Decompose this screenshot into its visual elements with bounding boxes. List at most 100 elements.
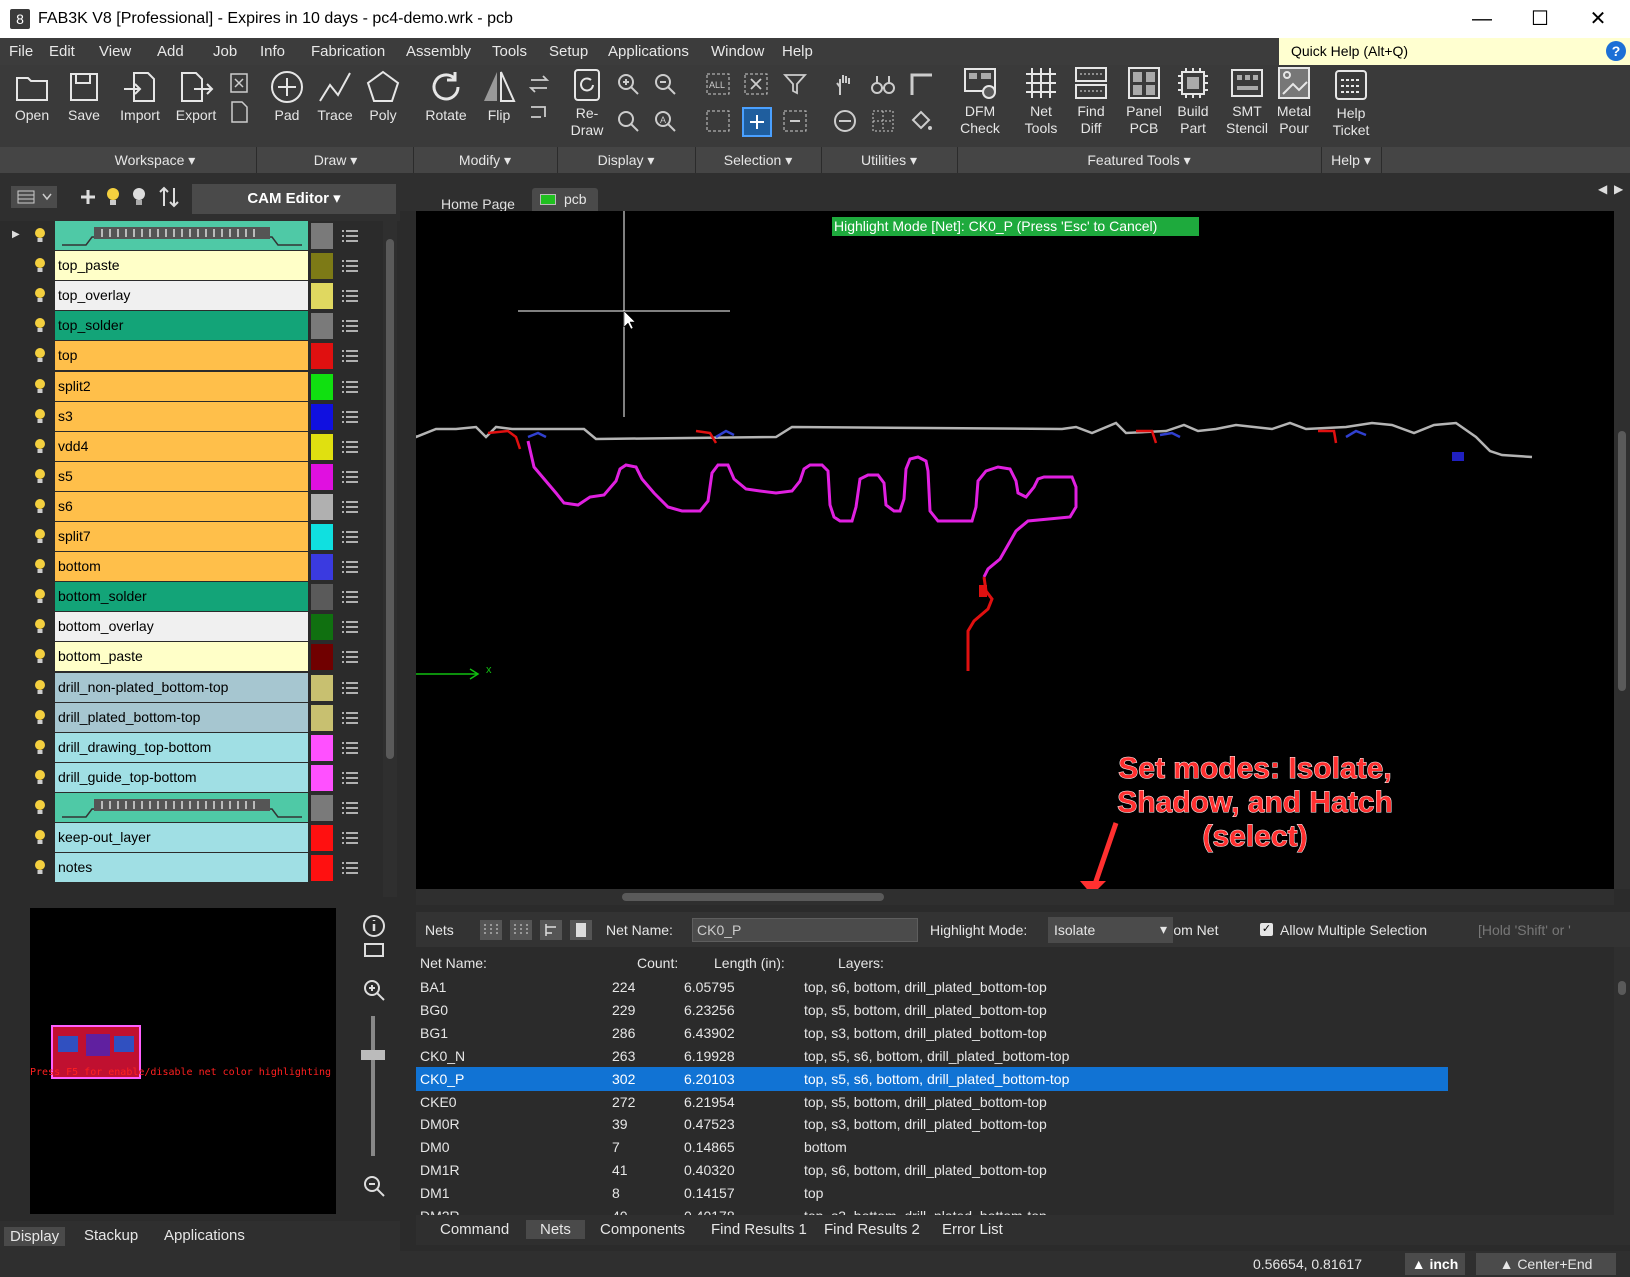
menu-file[interactable]: File	[9, 43, 33, 60]
layer-name[interactable]: notes	[55, 853, 308, 883]
bulb-icon[interactable]	[33, 498, 47, 516]
unit-toggle[interactable]: ▲ inch	[1405, 1253, 1465, 1275]
layer-color-swatch[interactable]	[311, 584, 333, 611]
layer-name[interactable]: top	[55, 341, 308, 371]
layer-row[interactable]: top	[0, 341, 380, 372]
table-row[interactable]: DM0 7 0.14865 bottom	[416, 1135, 1448, 1159]
bulb-icon[interactable]	[33, 588, 47, 606]
grid-icon[interactable]	[870, 108, 896, 134]
layer-name[interactable]: bottom	[55, 552, 308, 582]
layer-name[interactable]: bottom_overlay	[55, 612, 308, 642]
layer-menu-icon[interactable]	[342, 802, 358, 814]
layer-menu-icon[interactable]	[342, 621, 358, 634]
layer-color-swatch[interactable]	[311, 614, 333, 641]
layer-row[interactable]: notes	[0, 853, 380, 884]
nets-table-scrollbar[interactable]	[1614, 947, 1630, 1215]
table-row[interactable]: DM1R 41 0.40320 top, s6, bottom, drill_plat…	[416, 1158, 1448, 1182]
layer-menu-icon[interactable]	[342, 501, 358, 513]
layer-color-swatch[interactable]	[311, 343, 333, 370]
group-draw[interactable]: Draw ▾	[258, 152, 413, 169]
layer-color-swatch[interactable]	[311, 463, 333, 490]
net-tools-button[interactable]: Net Tools	[1018, 65, 1064, 137]
table-row[interactable]: DM0R 39 0.47523 top, s3, bottom, drill_plat…	[416, 1112, 1448, 1136]
tab-command[interactable]: Command	[440, 1220, 509, 1239]
layer-menu-icon[interactable]	[342, 681, 358, 694]
scroll-thumb[interactable]	[622, 893, 884, 901]
close-file-icon[interactable]	[226, 71, 252, 97]
zoom-in-icon[interactable]	[615, 71, 641, 97]
net-name-input[interactable]	[692, 918, 918, 942]
pcb-canvas[interactable]: x	[416, 211, 1614, 889]
layer-row[interactable]: keep-out_layer	[0, 823, 380, 854]
net-filter-icon-2[interactable]	[508, 918, 534, 942]
layer-menu-icon[interactable]	[342, 320, 358, 333]
layer-name[interactable]: s3	[55, 401, 308, 431]
paint-bucket-icon[interactable]	[908, 108, 934, 134]
menu-job[interactable]: Job	[213, 43, 237, 60]
layer-menu-icon[interactable]	[342, 651, 358, 664]
table-row[interactable]: BG1 286 6.43902 top, s3, bottom, drill_plat…	[416, 1021, 1448, 1045]
select-all-icon[interactable]: ALL	[705, 71, 731, 97]
bulb-icon[interactable]	[33, 679, 47, 697]
scroll-thumb[interactable]	[386, 239, 394, 759]
group-utilities[interactable]: Utilities ▾	[822, 152, 956, 169]
layer-row[interactable]: top_paste	[0, 251, 380, 282]
flip-button[interactable]: Flip	[476, 69, 522, 124]
layer-name[interactable]: drill_plated_bottom-top	[55, 702, 308, 732]
close-icon[interactable]: ✕	[1578, 6, 1618, 32]
menu-assembly[interactable]: Assembly	[406, 43, 471, 60]
layer-color-swatch[interactable]	[311, 223, 333, 249]
layer-row[interactable]: s5	[0, 461, 380, 493]
zoom-slider-track[interactable]	[371, 1016, 375, 1156]
subtract-select-icon[interactable]	[782, 108, 808, 134]
menu-view[interactable]: View	[99, 43, 131, 60]
table-row[interactable]: BA1 224 6.05795 top, s6, bottom, drill_plat…	[416, 975, 1448, 999]
zoom-all-icon[interactable]: A	[652, 108, 678, 134]
layer-color-swatch[interactable]	[311, 524, 333, 550]
bulb-icon[interactable]	[33, 317, 47, 335]
add-select-icon[interactable]	[741, 106, 773, 138]
zoom-slider-thumb[interactable]	[361, 1050, 385, 1060]
layer-row[interactable]: bottom_solder	[0, 582, 380, 613]
menu-add[interactable]: Add	[157, 43, 184, 60]
bulb-icon[interactable]	[33, 378, 47, 396]
menu-info[interactable]: Info	[260, 43, 285, 60]
metal-pour-button[interactable]: Metal Pour	[1270, 65, 1318, 137]
layer-color-swatch[interactable]	[311, 704, 333, 731]
layer-name[interactable]: keep-out_layer	[55, 823, 308, 852]
quick-help-box[interactable]: Quick Help (Alt+Q) ?	[1279, 38, 1630, 65]
layer-menu-icon[interactable]	[342, 711, 358, 724]
bulb-on-icon[interactable]	[104, 185, 122, 209]
group-selection[interactable]: Selection ▾	[696, 152, 820, 169]
table-row[interactable]: CK0_N 263 6.19928 top, s5, s6, bottom, dril…	[416, 1044, 1448, 1068]
menu-help[interactable]: Help	[782, 43, 813, 60]
bulb-off-icon[interactable]	[130, 185, 148, 209]
table-row[interactable]: BG0 229 6.23256 top, s5, bottom, drill_plat…	[416, 998, 1448, 1022]
net-filter-icon-1[interactable]	[478, 918, 504, 942]
bulb-icon[interactable]	[33, 709, 47, 727]
poly-button[interactable]: Poly	[360, 69, 406, 124]
net-report-icon[interactable]	[568, 918, 594, 942]
group-modify[interactable]: Modify ▾	[414, 152, 556, 169]
layer-row[interactable]: drill_guide_top-bottom	[0, 762, 380, 794]
layer-row[interactable]	[0, 792, 380, 824]
menu-fabrication[interactable]: Fabrication	[311, 43, 385, 60]
layer-color-swatch[interactable]	[311, 433, 333, 460]
info-icon[interactable]	[362, 914, 386, 938]
col-layers[interactable]: Layers:	[838, 955, 884, 971]
group-workspace[interactable]: Workspace ▾	[60, 152, 250, 169]
zoom-out-icon[interactable]	[652, 71, 678, 97]
layer-row[interactable]: split7	[0, 522, 380, 553]
tab-nets[interactable]: Nets	[526, 1220, 585, 1239]
bulb-icon[interactable]	[33, 438, 47, 456]
layer-menu-icon[interactable]	[342, 440, 358, 453]
layer-row[interactable]: s3	[0, 401, 380, 433]
expand-icon[interactable]: ▶	[12, 229, 20, 240]
layer-row[interactable]: bottom	[0, 552, 380, 583]
rotate-button[interactable]: Rotate	[420, 69, 472, 124]
layer-color-swatch[interactable]	[311, 253, 333, 280]
editor-mode-dropdown[interactable]: CAM Editor ▾	[192, 184, 396, 214]
table-row[interactable]: DM1 8 0.14157 top	[416, 1181, 1448, 1205]
table-row[interactable]: CK0_P 302 6.20103 top, s5, s6, bottom, dril…	[416, 1066, 1448, 1091]
tab-scroll-left-icon[interactable]: ◀	[1598, 182, 1607, 196]
